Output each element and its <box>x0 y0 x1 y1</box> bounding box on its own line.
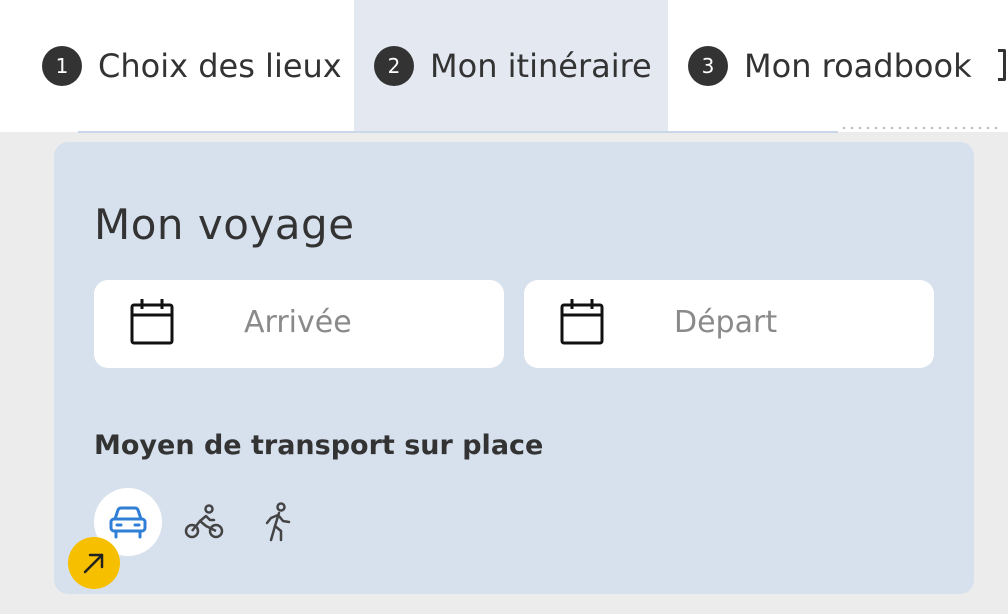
walking-icon <box>265 502 291 542</box>
step-label: Mon roadbook <box>744 47 972 85</box>
cursor-arrow-icon <box>68 537 120 589</box>
departure-placeholder: Départ <box>674 305 778 340</box>
next-step-edge <box>998 49 1006 81</box>
departure-date-field[interactable]: Départ <box>524 280 934 368</box>
step-number: 1 <box>42 46 82 86</box>
step-choix-des-lieux[interactable]: 1 Choix des lieux <box>0 0 354 132</box>
car-icon <box>109 506 147 539</box>
step-number: 2 <box>374 46 414 86</box>
tab-underline <box>78 131 838 133</box>
calendar-icon <box>560 299 604 345</box>
step-mon-itineraire[interactable]: 2 Mon itinéraire <box>354 0 668 132</box>
transport-bike-button[interactable] <box>170 488 238 556</box>
step-label: Mon itinéraire <box>430 47 652 85</box>
step-number: 3 <box>688 46 728 86</box>
decorative-dots <box>840 124 1000 134</box>
transport-walk-button[interactable] <box>244 488 312 556</box>
page-title: Mon voyage <box>94 200 355 249</box>
calendar-icon <box>130 299 174 345</box>
step-mon-roadbook[interactable]: 3 Mon roadbook <box>668 0 1008 132</box>
step-label: Choix des lieux <box>98 47 342 85</box>
trip-card: Mon voyage Arrivée Départ Moyen de trans… <box>54 142 974 594</box>
transport-label: Moyen de transport sur place <box>94 430 544 461</box>
arrival-placeholder: Arrivée <box>244 305 352 340</box>
arrival-date-field[interactable]: Arrivée <box>94 280 504 368</box>
step-navigation: 1 Choix des lieux 2 Mon itinéraire 3 Mon… <box>0 0 1008 132</box>
bicycle-icon <box>184 504 224 539</box>
